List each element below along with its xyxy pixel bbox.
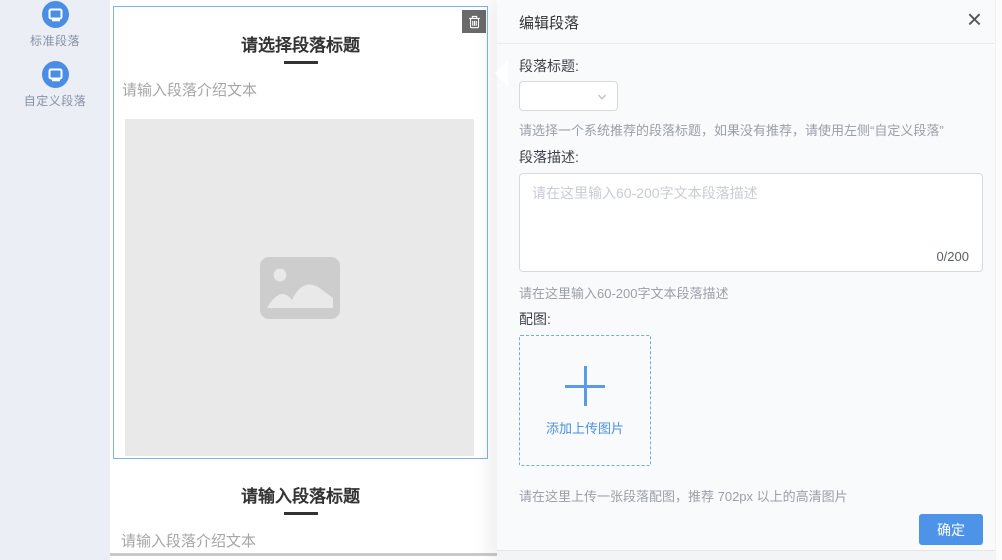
title-underline [283, 61, 318, 64]
edit-paragraph-panel: 编辑段落 × 段落标题: 请选择一个系统推荐的段落标题，如果没有推荐，请使用左侧… [495, 0, 1002, 560]
paragraph-card-next[interactable]: 请输入段落标题 请输入段落介绍文本 [113, 460, 488, 557]
close-icon[interactable]: × [967, 4, 982, 35]
panel-scrollbar-track[interactable] [995, 0, 1002, 560]
card-title: 请选择段落标题 [241, 36, 360, 55]
paragraph-desc-textarea[interactable] [519, 173, 983, 272]
card-image-placeholder [125, 119, 474, 456]
image-label: 配图: [519, 311, 551, 327]
paragraph-desc-wrap: 0/200 [519, 173, 983, 272]
delete-card-button[interactable] [462, 10, 486, 33]
paragraph-title-hint: 请选择一个系统推荐的段落标题，如果没有推荐，请使用左侧“自定义段落” [519, 123, 944, 138]
paragraph-title-label: 段落标题: [519, 58, 579, 74]
paragraph-desc-label: 段落描述: [519, 149, 579, 165]
confirm-button[interactable]: 确定 [919, 514, 983, 545]
paragraph-card-selected[interactable]: 请选择段落标题 请输入段落介绍文本 [113, 6, 488, 459]
upload-image-button[interactable]: 添加上传图片 [519, 335, 651, 466]
upload-label: 添加上传图片 [545, 421, 624, 436]
paragraph-desc-hint: 请在这里输入60-200字文本段落描述 [519, 286, 729, 301]
paragraph-title-select[interactable] [519, 81, 618, 111]
char-counter: 0/200 [936, 249, 969, 264]
card-intro-placeholder: 请输入段落介绍文本 [121, 533, 257, 550]
panel-footer-strip [497, 551, 1002, 560]
panel-header: 编辑段落 × [497, 0, 1002, 44]
sidebar-item-label: 自定义段落 [23, 94, 87, 108]
image-hint: 请在这里上传一张段落配图，推荐 702px 以上的高清图片 [519, 489, 848, 504]
monitor-icon [41, 61, 69, 88]
image-icon [259, 256, 340, 319]
monitor-icon [41, 1, 69, 28]
card-title: 请输入段落标题 [241, 487, 360, 506]
card-intro-placeholder: 请输入段落介绍文本 [122, 82, 258, 99]
sidebar-item-custom-paragraph[interactable]: 自定义段落 [0, 61, 110, 109]
preview-canvas: 请选择段落标题 请输入段落介绍文本 请输入段落标题 请输入段落介绍文本 [110, 0, 497, 560]
panel-pointer-notch [495, 60, 508, 86]
plus-icon [565, 366, 605, 406]
panel-title: 编辑段落 [519, 15, 580, 32]
canvas-bottom-edge [110, 553, 497, 556]
trash-icon [468, 15, 480, 28]
component-sidebar: 标准段落 自定义段落 [0, 0, 110, 560]
sidebar-item-standard-paragraph[interactable]: 标准段落 [0, 1, 110, 49]
chevron-down-icon [595, 90, 609, 109]
title-underline [283, 512, 318, 515]
sidebar-item-label: 标准段落 [29, 34, 80, 48]
